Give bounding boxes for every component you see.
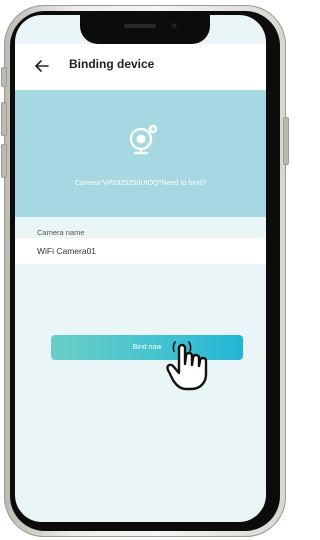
app-header: Binding device [15, 44, 266, 90]
page-title: Binding device [69, 57, 155, 71]
arrow-left-icon[interactable] [33, 57, 51, 75]
bind-prompt-text: Camera"VP0325250UIOQ"Need to bind? [74, 180, 207, 187]
device-banner: Camera"VP0325250UIOQ"Need to bind? [15, 90, 266, 217]
volume-down-button [1, 144, 7, 178]
app-screen: Binding device Camera"VP0325250UIOQ"Need… [15, 15, 266, 522]
phone-notch [80, 15, 210, 44]
camera-name-value: WiFi Camera01 [37, 246, 97, 256]
volume-up-button [1, 102, 7, 136]
camera-name-field[interactable]: WiFi Camera01 [15, 238, 266, 264]
speaker [124, 24, 156, 28]
bind-now-button[interactable]: Bind now [51, 335, 243, 360]
side-button [1, 67, 7, 87]
front-camera [171, 22, 178, 29]
camera-name-label: Camera name [37, 228, 85, 237]
power-button [283, 117, 289, 165]
pointing-hand-icon [166, 341, 208, 391]
camera-icon [129, 124, 158, 155]
